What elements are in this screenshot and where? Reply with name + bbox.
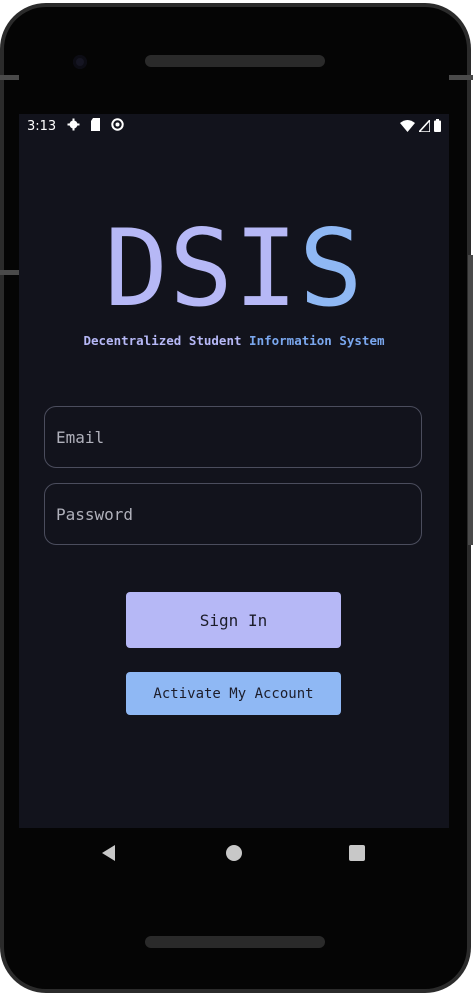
side-button (468, 255, 473, 545)
wifi-icon (400, 119, 415, 132)
battery-icon (434, 119, 441, 132)
subtitle-part1: Decentralized Student (83, 333, 250, 348)
activate-account-button[interactable]: Activate My Account (126, 672, 341, 715)
home-icon[interactable] (226, 845, 242, 861)
logo-text-secondary: S (298, 207, 364, 330)
status-time: 3:13 (27, 119, 57, 134)
status-bar: 3:13 (19, 114, 449, 140)
sd-card-icon (91, 118, 100, 131)
bezel-line (449, 75, 473, 80)
app-screen: 3:13 DSIS Decentralized Student Informat… (19, 114, 449, 828)
recents-icon[interactable] (349, 845, 365, 861)
bezel-line (0, 270, 19, 275)
speaker-grille (145, 55, 325, 67)
sign-in-button[interactable]: Sign In (126, 592, 341, 648)
gear-icon (67, 118, 80, 131)
bezel-line (0, 75, 19, 80)
email-input[interactable] (45, 407, 421, 467)
front-camera (73, 55, 87, 69)
app-subtitle: Decentralized Student Information System (19, 333, 449, 348)
email-field (44, 406, 422, 468)
back-icon[interactable] (102, 845, 115, 861)
bottom-speaker (145, 936, 325, 948)
status-icons-right (400, 119, 441, 132)
status-icons-left (67, 118, 124, 131)
subtitle-part2: Information System (249, 333, 385, 348)
signal-icon (419, 119, 430, 132)
phone-frame: 3:13 DSIS Decentralized Student Informat… (0, 0, 473, 994)
at-icon (111, 118, 124, 131)
app-logo: DSIS (19, 214, 449, 324)
logo-text-primary: DSI (104, 207, 299, 330)
password-input[interactable] (45, 484, 421, 544)
password-field (44, 483, 422, 545)
